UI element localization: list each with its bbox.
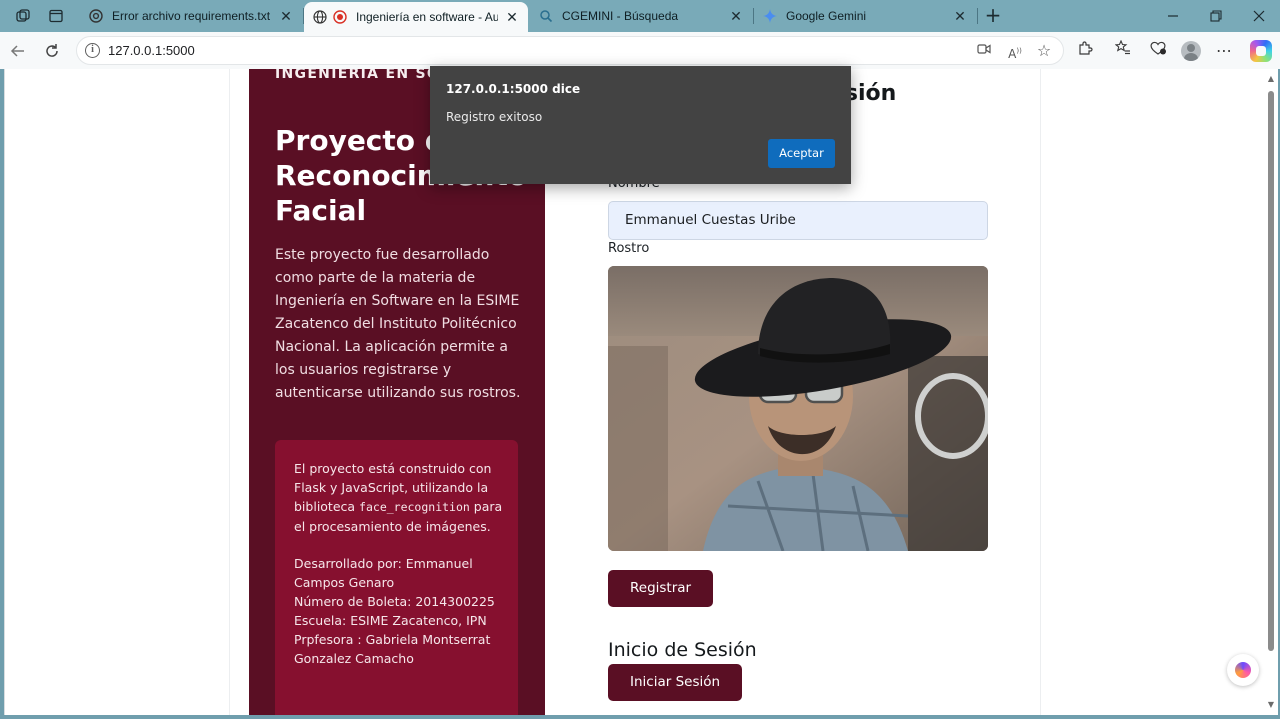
project-details-card: El proyecto está construido con Flask y … [275,440,518,715]
globe-icon [312,9,328,25]
dialog-ok-button[interactable]: Aceptar [768,139,835,168]
tab-separator [753,8,754,24]
scrollbar-thumb[interactable] [1268,91,1274,651]
favorite-star-icon[interactable]: ☆ [1035,42,1053,60]
tab-separator [303,8,304,24]
workspaces-icon[interactable] [12,6,34,26]
professor-text: Prpfesora : Gabriela Montserrat Gonzalez… [294,632,491,666]
webcam-video [608,266,988,551]
minimize-button[interactable] [1151,0,1195,32]
tab-close-icon[interactable]: ✕ [728,8,744,25]
page-scrollbar[interactable]: ▲ ▼ [1264,69,1278,715]
copilot-floating-icon[interactable] [1227,654,1259,686]
school-text: Escuela: ESIME Zacatenco, IPN [294,613,487,628]
browser-toolbar: i 127.0.0.1:5000 A)) ☆ ⋯ [0,32,1280,69]
gemini-icon [762,8,778,24]
browser-essentials-icon[interactable] [1147,40,1169,62]
tab-title: Google Gemini [786,9,867,23]
restore-button[interactable] [1194,0,1238,32]
face-label: Rostro [608,241,650,256]
site-info-icon[interactable]: i [85,43,100,58]
profile-avatar[interactable] [1181,41,1201,61]
tab-close-icon[interactable]: ✕ [952,8,968,25]
tab-google-gemini[interactable]: Google Gemini ✕ [754,0,976,32]
tab-title: Error archivo requirements.txt [112,9,271,23]
tab-ingenieria-software[interactable]: Ingeniería en software - Auter ✕ [304,2,528,32]
chatgpt-icon [88,8,104,24]
tab-cgemini-busqueda[interactable]: CGEMINI - Búsqueda ✕ [530,0,752,32]
login-button[interactable]: Iniciar Sesión [608,664,743,701]
scroll-down-icon[interactable]: ▼ [1267,701,1275,709]
tab-title: Ingeniería en software - Auter [356,10,498,24]
tab-close-icon[interactable]: ✕ [504,9,520,26]
built-with-text: El proyecto está construido con Flask y … [294,459,504,536]
dialog-message: Registro exitoso [446,110,543,124]
scroll-up-icon[interactable]: ▲ [1267,75,1275,83]
extensions-icon[interactable] [1074,40,1096,62]
new-tab-button[interactable]: + [982,4,1004,26]
alert-dialog: 127.0.0.1:5000 dice Registro exitoso Ace… [430,66,851,184]
login-section-heading: Inicio de Sesión [608,639,757,661]
developer-text: Desarrollado por: Emmanuel Campos Genaro [294,556,473,590]
tab-actions-icon[interactable] [45,6,67,26]
library-name: face_recognition [359,500,470,514]
register-button[interactable]: Registrar [608,570,714,607]
tab-error-requirements[interactable]: Error archivo requirements.txt ✕ [80,0,302,32]
search-icon [538,8,554,24]
camera-icon[interactable] [975,42,993,60]
copilot-icon[interactable] [1250,40,1272,62]
browser-tab-strip: Error archivo requirements.txt ✕ Ingenie… [0,0,1280,32]
dialog-title: 127.0.0.1:5000 dice [446,82,581,96]
read-aloud-icon[interactable]: A)) [1006,42,1024,61]
tab-separator [977,8,978,24]
close-window-button[interactable] [1237,0,1280,32]
address-bar[interactable]: i 127.0.0.1:5000 A)) ☆ [76,36,1064,65]
copilot-glyph [1235,662,1251,678]
back-icon[interactable] [6,39,30,63]
url-text[interactable]: 127.0.0.1:5000 [108,43,195,58]
more-options-icon[interactable]: ⋯ [1213,40,1235,62]
window-bottom-edge [0,715,1280,719]
tab-close-icon[interactable]: ✕ [278,8,294,25]
recording-icon [332,9,348,25]
tab-title: CGEMINI - Búsqueda [562,9,679,23]
project-description: Este proyecto fue desarrollado como part… [275,247,521,401]
favorites-icon[interactable] [1112,39,1134,62]
name-input[interactable]: Emmanuel Cuestas Uribe [608,201,988,240]
boleta-text: Número de Boleta: 2014300225 [294,594,495,609]
school-header: INGENIERÍA EN SO [275,69,441,82]
reload-icon[interactable] [40,39,64,63]
